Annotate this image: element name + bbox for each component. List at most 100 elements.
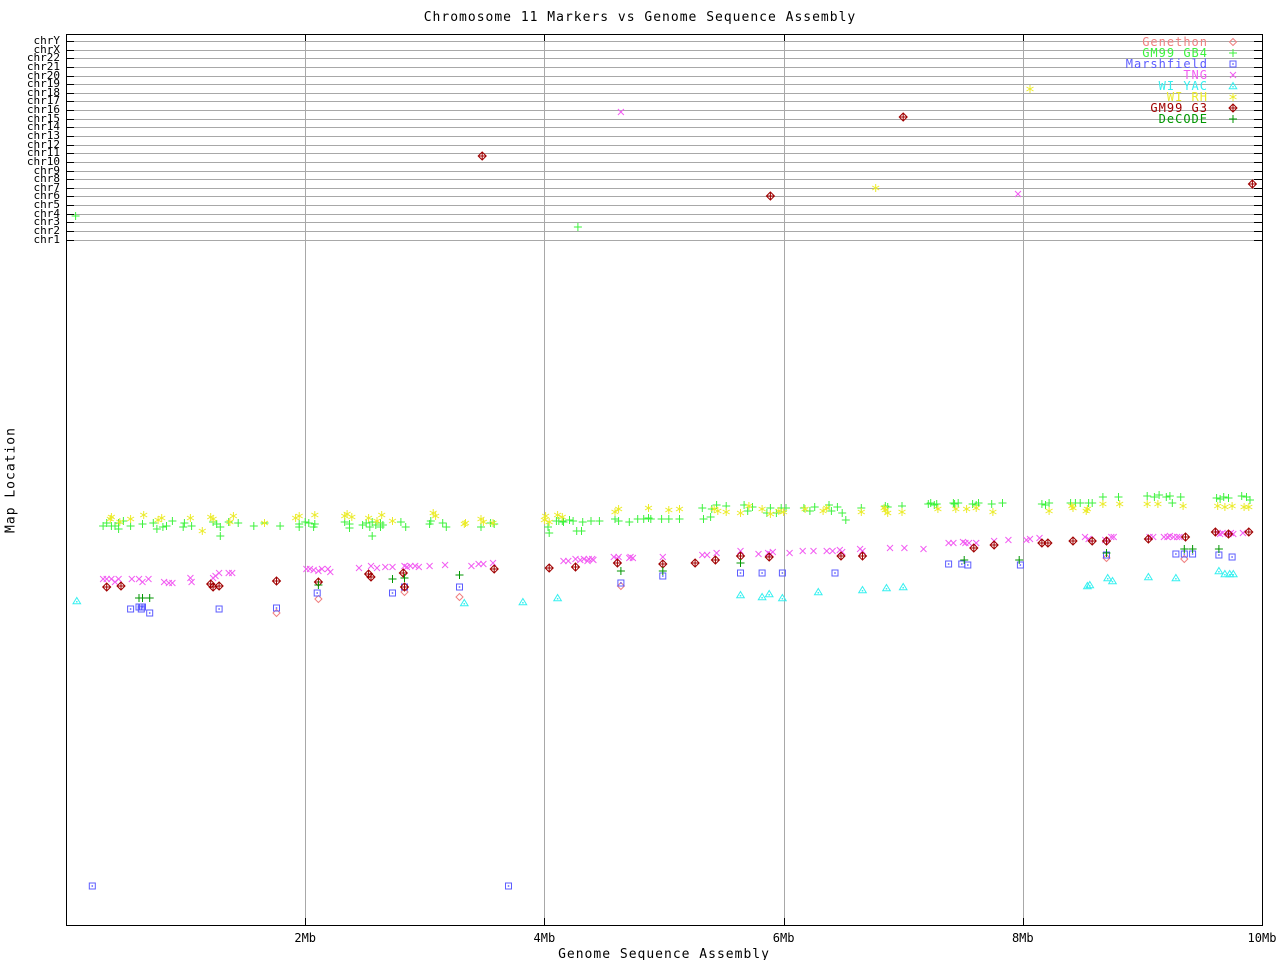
data-point xyxy=(823,547,831,555)
data-point xyxy=(505,882,512,890)
data-point xyxy=(799,547,807,555)
data-point xyxy=(367,531,377,541)
data-point xyxy=(148,518,158,528)
series-marshfield xyxy=(88,550,1236,890)
data-point xyxy=(1154,490,1164,500)
data-point xyxy=(310,510,319,520)
data-point xyxy=(664,514,674,524)
data-point xyxy=(1068,536,1078,546)
data-point xyxy=(690,558,700,568)
data-point xyxy=(1153,499,1162,509)
data-point xyxy=(214,581,224,591)
data-point xyxy=(933,504,942,514)
data-point xyxy=(998,498,1007,508)
plot-area xyxy=(66,34,1263,926)
data-point xyxy=(703,551,711,559)
data-point xyxy=(594,516,604,526)
x-axis-label: Genome Sequence Assembly xyxy=(558,947,770,960)
data-point xyxy=(1171,574,1181,582)
data-point xyxy=(577,526,586,536)
data-point xyxy=(987,499,997,509)
data-point xyxy=(178,522,188,532)
data-point xyxy=(1224,493,1233,503)
data-point xyxy=(964,561,972,569)
data-point xyxy=(814,588,823,596)
data-point xyxy=(455,593,464,601)
data-point xyxy=(388,574,397,584)
data-point xyxy=(1237,491,1247,501)
data-point xyxy=(126,521,136,531)
data-point xyxy=(713,549,721,557)
data-point xyxy=(564,557,572,565)
data-point xyxy=(215,531,225,541)
data-point xyxy=(559,517,568,527)
data-point xyxy=(743,506,753,516)
data-point xyxy=(138,593,147,603)
data-point xyxy=(553,594,562,602)
data-point xyxy=(710,555,720,565)
data-point xyxy=(624,517,634,527)
data-point xyxy=(1026,84,1034,94)
data-point xyxy=(88,882,96,890)
data-point xyxy=(198,526,207,536)
data-point xyxy=(102,582,112,592)
x-tick-label-6Mb: 6Mb xyxy=(772,931,795,945)
data-point xyxy=(616,566,626,576)
data-point xyxy=(377,510,386,520)
data-point xyxy=(355,564,363,572)
x-tick-label-4Mb: 4Mb xyxy=(533,931,556,945)
data-point xyxy=(801,504,810,514)
data-point xyxy=(467,562,475,570)
data-point xyxy=(1219,492,1229,502)
data-point xyxy=(158,522,168,532)
data-point xyxy=(1149,492,1159,502)
data-point xyxy=(1114,492,1123,502)
data-point xyxy=(706,512,716,522)
data-point xyxy=(573,222,583,232)
data-point xyxy=(697,503,707,513)
data-point xyxy=(544,528,554,538)
data-point xyxy=(1161,492,1171,502)
data-point xyxy=(215,569,223,577)
data-point xyxy=(1213,501,1222,511)
data-point xyxy=(388,516,397,526)
data-point xyxy=(1143,499,1152,509)
data-point xyxy=(228,569,236,577)
data-point xyxy=(367,562,375,570)
data-point xyxy=(1014,555,1024,565)
data-point xyxy=(489,559,497,567)
data-point xyxy=(744,501,753,511)
data-point xyxy=(1172,550,1180,558)
data-point xyxy=(1075,498,1085,508)
data-point xyxy=(644,503,653,513)
axes-frame-layer xyxy=(66,34,1263,926)
data-point xyxy=(313,589,321,597)
data-point xyxy=(426,562,434,570)
data-point xyxy=(300,517,310,527)
data-point xyxy=(1098,492,1108,502)
series-wi-rh xyxy=(106,84,1253,536)
data-point xyxy=(1165,491,1175,501)
data-point xyxy=(373,516,381,526)
data-point xyxy=(900,544,908,552)
data-point xyxy=(838,548,846,556)
data-point xyxy=(1244,502,1253,512)
data-point xyxy=(460,599,469,607)
data-point xyxy=(757,593,767,601)
data-point xyxy=(215,605,223,613)
data-point xyxy=(396,517,406,527)
data-point xyxy=(1176,492,1186,502)
data-point xyxy=(664,505,673,515)
data-point xyxy=(736,591,745,599)
data-point xyxy=(347,512,356,522)
data-point xyxy=(736,558,745,568)
y-tick-label-chr1: chr1 xyxy=(33,232,61,246)
chart-stage: Chromosome 11 Markers vs Genome Sequence… xyxy=(0,0,1280,960)
data-point xyxy=(945,560,953,568)
data-point xyxy=(657,514,667,524)
data-point xyxy=(1179,501,1188,511)
data-point xyxy=(1244,527,1254,537)
data-point xyxy=(1043,538,1053,548)
data-point xyxy=(755,550,762,558)
data-point xyxy=(1239,529,1247,537)
